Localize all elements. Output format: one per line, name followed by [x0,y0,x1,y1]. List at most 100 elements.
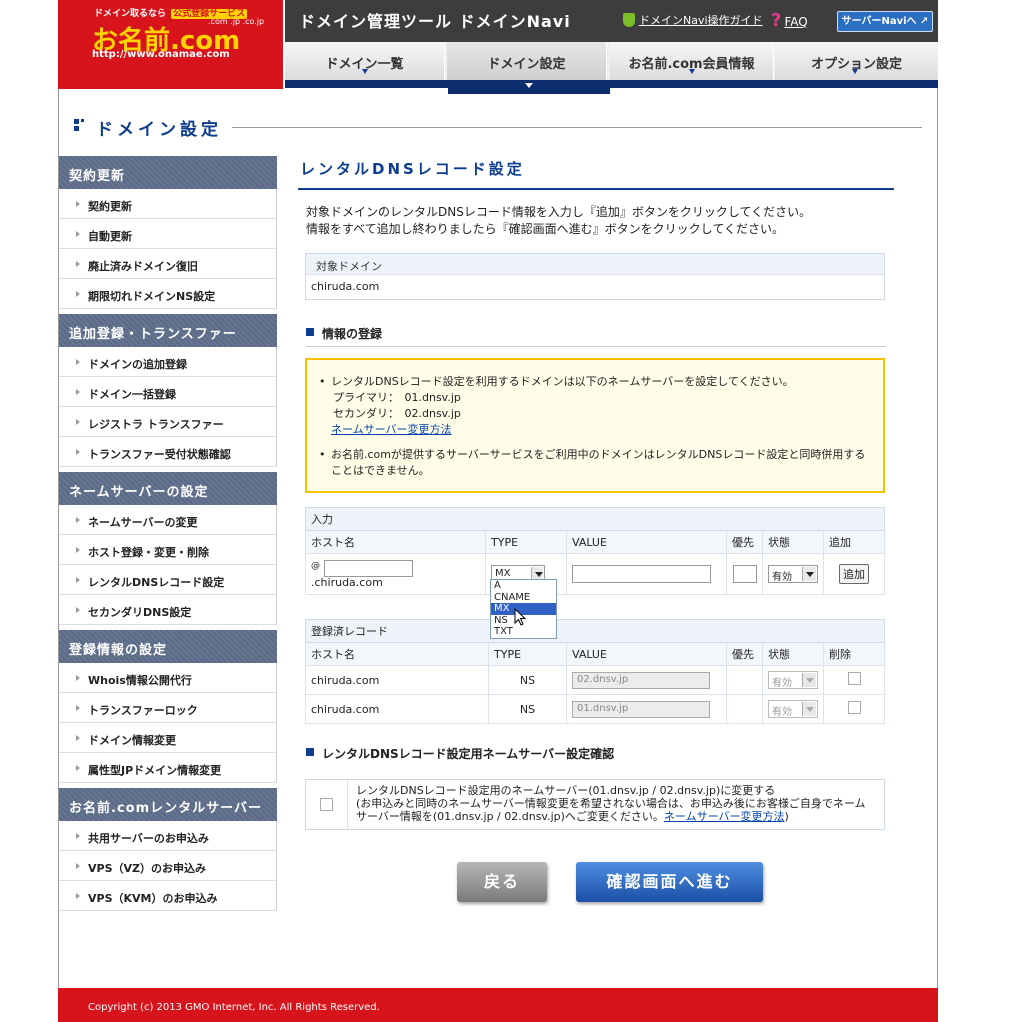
sidebar-heading: ネームサーバーの設定 [59,472,277,505]
section-register-heading: 情報の登録 [306,325,382,342]
host-input[interactable] [323,559,413,577]
registered-records-table: 登録済レコード ホスト名 TYPE VALUE 優先 状態 削除 chiruda… [305,619,885,724]
sidebar-item-restore[interactable]: 廃止済みドメイン復旧 [59,249,277,279]
main-nav: ドメイン一覧 ドメイン設定 お名前.com会員情報 オプション設定 [285,42,938,88]
input-table: 入力 ホスト名 TYPE VALUE 優先 状態 追加 @ .chiruda.c… [305,507,885,595]
record-priority [726,694,763,724]
chevron-down-icon [852,69,858,74]
question-icon: ? [771,10,782,31]
delete-checkbox[interactable] [847,672,861,685]
sidebar-item-add-domain[interactable]: ドメインの追加登録 [59,347,277,377]
record-type: NS [488,665,567,695]
chevron-down-icon [362,69,368,74]
ns-change-method-link[interactable]: ネームサーバー変更方法 [331,423,452,436]
sidebar-heading: 登録情報の設定 [59,630,277,663]
sidebar: 契約更新 契約更新 自動更新 廃止済みドメイン復旧 期限切れドメインNS設定 追… [59,156,277,911]
sidebar-item-transfer-status[interactable]: トランスファー受付状態確認 [59,437,277,467]
table-row: chiruda.com NS 01.dnsv.jp 有効 [305,694,885,724]
record-priority [726,665,763,695]
sidebar-item-renewal[interactable]: 契約更新 [59,189,277,219]
main-content: レンタルDNSレコード設定 対象ドメインのレンタルDNSレコード情報を入力し『追… [298,152,894,830]
active-tab-indicator [448,83,610,94]
tab-domain-settings[interactable]: ドメイン設定 [447,42,607,80]
chevron-down-icon [689,69,695,74]
nameserver-change-checkbox[interactable] [320,798,333,811]
heading-rule [232,127,922,128]
sidebar-item-whois-proxy[interactable]: Whois情報公開代行 [59,663,277,693]
mouse-cursor-icon [514,608,527,626]
ns-change-method-link[interactable]: ネームサーバー変更方法 [664,810,785,823]
record-host: chiruda.com [305,694,489,724]
input-caption: 入力 [305,507,885,531]
notice-item: お名前.comが提供するサーバーサービスをご利用中のドメインはレンタルDNSレコ… [319,447,871,479]
nameserver-notice: レンタルDNSレコード設定を利用するドメインは以下のネームサーバーを設定してくだ… [305,358,885,493]
sidebar-item-expired-ns[interactable]: 期限切れドメインNS設定 [59,279,277,309]
active-arrow-icon [525,83,533,88]
table-row: chiruda.com NS 02.dnsv.jp 有効 [305,665,885,695]
tab-option-settings[interactable]: オプション設定 [775,42,938,80]
record-value: 02.dnsv.jp [572,671,710,689]
sidebar-item-jp-domain-info[interactable]: 属性型JPドメイン情報変更 [59,753,277,783]
confirm-text: レンタルDNSレコード設定用のネームサーバー(01.dnsv.jp / 02.d… [356,784,866,823]
tab-domain-list[interactable]: ドメイン一覧 [285,42,445,80]
col-host: ホスト名 [305,642,489,666]
delete-checkbox[interactable] [847,701,861,714]
col-priority: 優先 [726,642,763,666]
col-add: 追加 [823,530,885,554]
col-host: ホスト名 [305,530,486,554]
sidebar-item-shared-server[interactable]: 共用サーバーのお申込み [59,821,277,851]
sidebar-item-bulk-register[interactable]: ドメイン一括登録 [59,377,277,407]
col-type: TYPE [485,530,567,554]
record-status-select: 有効 [768,671,818,689]
status-select[interactable]: 有効 [768,565,818,583]
col-value: VALUE [566,642,727,666]
back-button[interactable]: 戻る [457,862,547,902]
server-navi-button[interactable]: サーバーNaviへ ↗ [837,11,933,32]
section-confirm-heading: レンタルDNSレコード設定用ネームサーバー設定確認 [306,745,614,762]
chevron-down-icon [531,567,543,579]
type-option[interactable]: CNAME [491,592,556,604]
tab-member-info[interactable]: お名前.com会員情報 [610,42,774,80]
tool-title: ドメイン管理ツール ドメインNavi [299,12,571,31]
sidebar-item-rental-dns[interactable]: レンタルDNSレコード設定 [59,565,277,595]
priority-input[interactable] [732,565,757,583]
col-delete: 削除 [823,642,885,666]
host-at-sign: @ [311,560,320,571]
sidebar-item-transfer-lock[interactable]: トランスファーロック [59,693,277,723]
footer: Copyright (c) 2013 GMO Internet, Inc. Al… [58,988,938,1022]
target-domain-label: 対象ドメイン [306,254,884,275]
sidebar-item-domain-info[interactable]: ドメイン情報変更 [59,723,277,753]
content-title: レンタルDNSレコード設定 [298,152,894,190]
intro-text: 対象ドメインのレンタルDNSレコード情報を入力し『追加』ボタンをクリックしてくだ… [306,205,812,236]
sidebar-item-ns-change[interactable]: ネームサーバーの変更 [59,505,277,535]
sidebar-item-transfer[interactable]: レジストラ トランスファー [59,407,277,437]
sidebar-item-host-register[interactable]: ホスト登録・変更・削除 [59,535,277,565]
sidebar-item-vps-vz[interactable]: VPS（VZ）のお申込み [59,851,277,881]
confirm-checkbox-cell [306,780,348,829]
add-button[interactable]: 追加 [839,564,869,584]
sidebar-item-auto-renewal[interactable]: 自動更新 [59,219,277,249]
value-input[interactable] [572,565,711,583]
record-type: NS [488,694,567,724]
proceed-to-confirm-button[interactable]: 確認画面へ進む [576,862,763,902]
guide-link[interactable]: ドメインNavi操作ガイド [623,12,763,28]
type-option[interactable]: A [491,580,556,592]
target-domain-value: chiruda.com [311,280,380,293]
onamae-logo[interactable]: ドメイン取るなら 公式登録サービス .com .jp .co.jp お名前.co… [58,0,283,89]
section-rule [306,346,886,347]
record-host: chiruda.com [305,665,489,695]
section-squares-icon [74,119,88,133]
sidebar-item-vps-kvm[interactable]: VPS（KVM）のお申込み [59,881,277,911]
logo-url: http://www.onamae.com [92,49,230,60]
beginner-mark-icon [623,13,635,27]
chevron-down-icon [802,567,816,581]
notice-primary: プライマリ： 01.dnsv.jp [333,391,461,404]
col-status: 状態 [762,642,824,666]
record-value: 01.dnsv.jp [572,700,710,718]
page-title: ドメイン設定 [96,120,222,140]
chevron-down-icon [802,673,816,687]
page-heading: ドメイン設定 [74,115,922,140]
faq-link[interactable]: ? FAQ [771,10,808,31]
sidebar-item-secondary-dns[interactable]: セカンダリDNS設定 [59,595,277,625]
top-bar: ドメイン管理ツール ドメインNavi ドメインNavi操作ガイド ? FAQ サー… [285,0,938,42]
